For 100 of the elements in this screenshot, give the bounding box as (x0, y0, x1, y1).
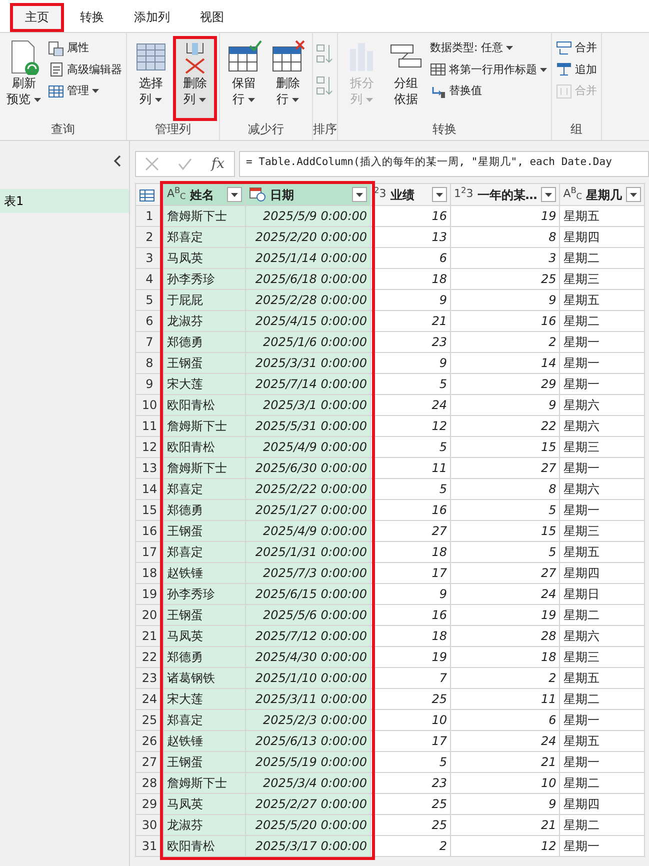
properties-icon (48, 40, 64, 56)
formula-field[interactable]: = Table.AddColumn(插入的每年的某一周, "星期几", each Date.Day (239, 151, 649, 177)
table-cell: 郑德勇 (164, 646, 246, 668)
table-cell: 2025/7/14 0:00:00 (246, 374, 370, 394)
table-cell: 25 (370, 688, 450, 710)
table-cell: 19 (370, 646, 450, 668)
table-cell: 2025/1/10 0:00:00 (246, 668, 370, 688)
ribbon-button[interactable]: 选择 列 (130, 37, 172, 120)
column-header[interactable]: A$^{B}$$_{C}$ 姓名 (164, 184, 246, 206)
query-item[interactable]: 表1 (0, 189, 129, 213)
filter-dropdown-button[interactable] (432, 187, 447, 202)
table-cell: 2025/2/3 0:00:00 (246, 710, 370, 730)
filter-dropdown-button[interactable] (352, 187, 367, 202)
table-cell: 星期三 (560, 646, 645, 668)
table-cell: 2025/5/31 0:00:00 (246, 416, 370, 436)
table-cell: 2025/5/6 0:00:00 (246, 604, 370, 626)
table-cell: 2025/2/22 0:00:00 (246, 478, 370, 500)
ribbon-button[interactable]: 属性 (47, 39, 123, 58)
table-cell: 2025/3/11 0:00:00 (246, 688, 370, 710)
table-cell: 星期六 (560, 394, 645, 416)
caret-icon (630, 192, 638, 196)
table-cell: 21 (450, 814, 560, 836)
ribbon-button[interactable]: 刷新 预览 (3, 37, 45, 120)
table-cell: 星期五 (560, 730, 645, 752)
column-header[interactable]: 1$^{2}$3 一年的某… (450, 184, 560, 206)
ribbon-button[interactable]: 分组 依据 (385, 37, 427, 120)
group-label: 减少行 (247, 121, 285, 138)
table-cell: 2025/2/20 0:00:00 (246, 226, 370, 248)
group-label: 管理列 (154, 121, 192, 138)
table-cell: 星期四 (560, 794, 645, 814)
ribbon-button[interactable]: 将第一行用作标题 (429, 60, 548, 79)
table-cell: 郑喜定 (164, 542, 246, 562)
table-cell: 2025/6/18 0:00:00 (246, 268, 370, 290)
table-cell: 郑喜定 (164, 226, 246, 248)
table-cell: 12 (370, 416, 450, 436)
ribbon-button[interactable]: 删除 列 (174, 37, 216, 120)
table-cell: 马凤英 (164, 794, 246, 814)
table-cell: 9 (370, 290, 450, 310)
ribbon-button[interactable]: 替换值 (429, 82, 548, 100)
filter-dropdown-button[interactable] (227, 187, 242, 202)
table-cell: 星期三 (560, 520, 645, 542)
ribbon-button[interactable]: 保留 行 (223, 37, 265, 120)
table-cell: 25 (370, 814, 450, 836)
ribbon-tab[interactable]: 主页 (10, 3, 64, 32)
fx-button[interactable]: fx (211, 154, 224, 174)
table-cell: 2025/6/30 0:00:00 (246, 458, 370, 478)
filter-dropdown-button[interactable] (626, 187, 642, 202)
collapse-icon[interactable] (113, 154, 121, 167)
type-label[interactable]: 1$^{2}$3 (454, 186, 474, 203)
ribbon-button[interactable]: 追加 (555, 60, 598, 79)
table-cell: 星期二 (560, 688, 645, 710)
ribbon-tab[interactable]: 视图 (186, 4, 238, 32)
table-cell: 5 (370, 478, 450, 500)
table-cell: 詹姆斯下士 (164, 772, 246, 794)
ribbon-button[interactable]: 管理 (47, 82, 123, 100)
ribbon-button[interactable]: 删除 行 (267, 37, 309, 120)
column-header[interactable]: 日期 (246, 184, 370, 206)
table-cell: 星期四 (560, 226, 645, 248)
table-cell: 27 (370, 520, 450, 542)
table-cell: 星期三 (560, 436, 645, 458)
table-cell: 2025/2/28 0:00:00 (246, 290, 370, 310)
check-icon[interactable] (178, 158, 192, 170)
ribbon-button[interactable]: 数据类型: 任意 (429, 39, 548, 58)
table-cell: 6 (370, 248, 450, 268)
ribbon-tab[interactable]: 转换 (66, 4, 118, 32)
group-label: 转换 (432, 121, 458, 138)
table-icon (430, 62, 446, 78)
caret-icon (34, 98, 42, 102)
table-menu-icon[interactable] (139, 188, 155, 202)
table-cell: 17 (370, 562, 450, 584)
caret-icon (436, 192, 443, 196)
table-cell: 10 (450, 772, 560, 794)
table-cell: 郑喜定 (164, 710, 246, 730)
table-cell: 24 (450, 584, 560, 604)
table-cell: 詹姆斯下士 (164, 416, 246, 436)
table-icon (48, 84, 64, 99)
table-cell: 5 (370, 374, 450, 394)
caret-icon (356, 192, 363, 196)
table-cell: 星期一 (560, 352, 645, 374)
table-cell: 星期二 (560, 310, 645, 332)
table-cell: 欧阳青松 (164, 836, 246, 856)
ribbon-button[interactable]: 合并 (555, 39, 598, 58)
table-cell: 星期二 (560, 604, 645, 626)
table-cell: 25 (370, 794, 450, 814)
filter-dropdown-button[interactable] (541, 187, 556, 202)
group-label: 排序 (313, 121, 337, 138)
table-cell: 星期二 (560, 772, 645, 794)
table-cell: 星期五 (560, 290, 645, 310)
calendar-clock-icon[interactable] (249, 187, 266, 202)
table-cell: 5 (450, 542, 560, 562)
column-header[interactable]: A$^{B}$$_{C}$ 星期几 (560, 184, 645, 206)
ribbon-tab[interactable]: 添加列 (120, 4, 184, 32)
table-cell: 9 (450, 794, 560, 814)
merge-files-icon (556, 84, 572, 99)
table-cell: 2025/6/15 0:00:00 (246, 584, 370, 604)
caret-icon (155, 98, 162, 102)
ribbon-button[interactable]: 高级编辑器 (47, 60, 123, 79)
table-cell: 3 (450, 248, 560, 268)
table-cell: 13 (370, 226, 450, 248)
table-cell: 9 (450, 394, 560, 416)
